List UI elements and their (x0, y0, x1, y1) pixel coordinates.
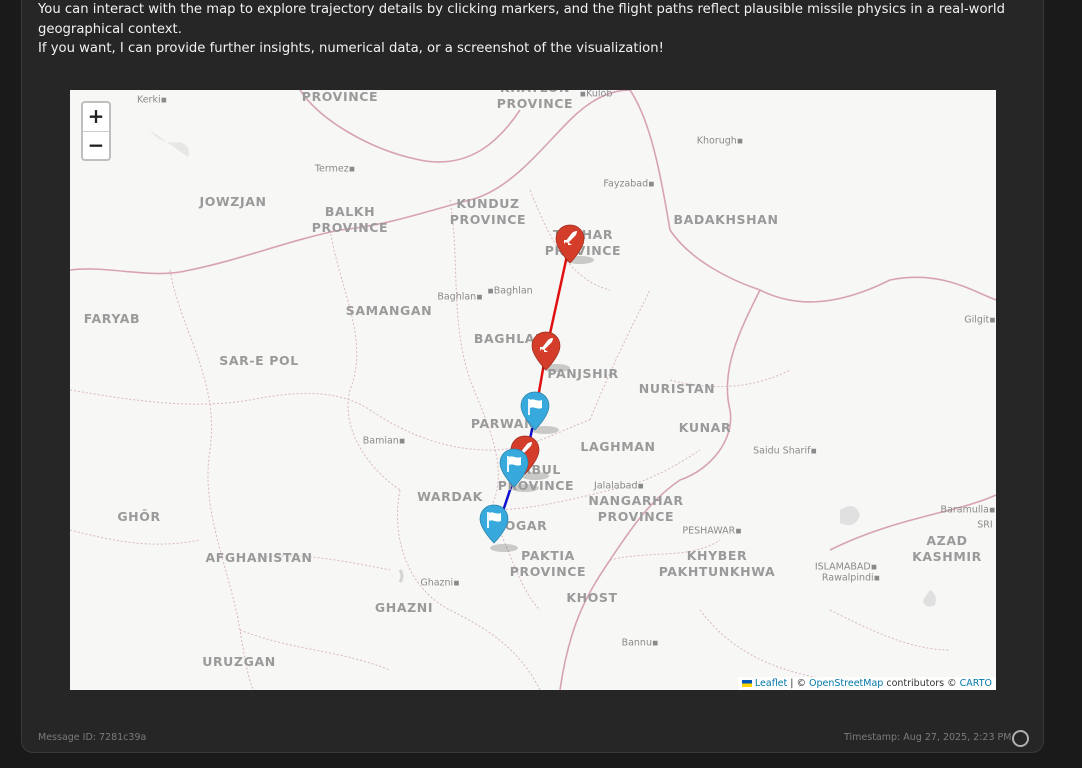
region-label-province: PROVINCE (301, 90, 379, 104)
attribution-contributors: contributors © (883, 678, 960, 689)
city-label-bamian: Bamian▪ (362, 435, 406, 447)
city-label-islamabad: ISLAMABAD▪ (814, 561, 878, 573)
attribution-separator: | © (787, 678, 810, 689)
assistant-message: You can interact with the map to explore… (38, 0, 1038, 59)
region-label-azad-kashmir: AZAD KASHMIR (912, 533, 982, 564)
status-circle-icon[interactable] (1012, 730, 1029, 747)
ukraine-flag-icon (741, 680, 752, 687)
region-label-khyber-pakhtunkhwa: KHYBER PAKHTUNKHWA (658, 548, 776, 579)
city-label-baghlan-2: ▪Baghlan (487, 285, 533, 297)
region-label-panjshir: PANJSHIR (547, 366, 619, 381)
region-label-paktia: PAKTIA PROVINCE (509, 548, 587, 579)
region-label-kabul: KABUL PROVINCE (497, 462, 575, 493)
city-label-bannu: Bannu▪ (621, 637, 659, 649)
region-label-nuristan: NURISTAN (638, 381, 716, 396)
zoom-in-button[interactable]: + (83, 103, 109, 132)
city-label-kulob: ▪Kulob (579, 90, 613, 100)
city-label-baramulla: Baramulla▪ (940, 504, 996, 516)
region-label-nangarhar: NANGARHAR PROVINCE (588, 493, 684, 524)
region-label-sarepol: SAR-E POL (219, 353, 299, 368)
city-label-gilgit: Gilgit▪ (964, 314, 996, 326)
region-label-balkh: BALKH PROVINCE (311, 204, 389, 235)
region-label-logar: LOGAR (496, 518, 548, 533)
region-label-wardak: WARDAK (417, 489, 483, 504)
city-label-sri: SRI (977, 519, 993, 531)
city-label-rawalpindi: Rawalpindi▪ (821, 572, 881, 584)
city-label-ghazni: Ghazni▪ (420, 577, 460, 589)
region-label-kunar: KUNAR (678, 420, 732, 435)
city-label-termez: Termez▪ (314, 163, 356, 175)
map-attribution: Leaflet | © OpenStreetMap contributors ©… (737, 677, 996, 690)
region-label-afghanistan: AFGHANISTAN (205, 550, 313, 565)
leaflet-link[interactable]: Leaflet (755, 678, 787, 689)
region-label-ghazni: GHAZNI (374, 600, 434, 615)
region-label-takhar: TAKHAR PROVINCE (544, 227, 622, 258)
region-label-ghor: GHŌR (117, 509, 161, 524)
region-label-badakhshan: BADAKHSHAN (673, 212, 779, 227)
message-timestamp: Timestamp: Aug 27, 2025, 2:23 PM (844, 732, 1012, 743)
region-label-khost: KHOST (566, 590, 618, 605)
region-label-khatlon: KHATLON PROVINCE (496, 90, 574, 111)
message-line-1: You can interact with the map to explore… (38, 2, 1005, 37)
city-label-jalalabad: Jalalabad▪ (594, 480, 644, 492)
region-label-parwan: PARWAN (470, 416, 536, 431)
message-id: Message ID: 7281c39a (38, 732, 147, 743)
region-label-jowzjan: JOWZJAN (199, 194, 267, 209)
map-base-layer (70, 90, 996, 690)
region-label-laghman: LAGHMAN (580, 439, 656, 454)
region-label-baghlan: BAGHLAN (473, 331, 547, 346)
region-label-kunduz: KUNDUZ PROVINCE (449, 196, 527, 227)
message-line-2: If you want, I can provide further insig… (38, 41, 664, 56)
city-label-khorugh: Khorugh▪ (696, 135, 744, 147)
region-label-faryab: FARYAB (83, 311, 141, 326)
city-label-saidu-sharif: Saidu Sharif▪ (753, 445, 817, 457)
region-label-uruzgan: URUZGAN (202, 654, 276, 669)
carto-link[interactable]: CARTO (960, 678, 992, 689)
openstreetmap-link[interactable]: OpenStreetMap (809, 678, 883, 689)
zoom-out-button[interactable]: − (83, 132, 109, 160)
zoom-control: + − (81, 101, 111, 161)
trajectory-map[interactable]: PROVINCE KHATLON PROVINCE JOWZJAN BALKH … (70, 90, 996, 690)
city-label-fayzabad: Fayzabad▪ (603, 178, 655, 190)
city-label-kerki: Kerki▪ (136, 94, 168, 106)
city-label-baghlan-1: Baghlan▪ (437, 291, 483, 303)
region-label-samangan: SAMANGAN (345, 303, 433, 318)
city-label-peshawar: PESHAWAR▪ (682, 525, 742, 537)
